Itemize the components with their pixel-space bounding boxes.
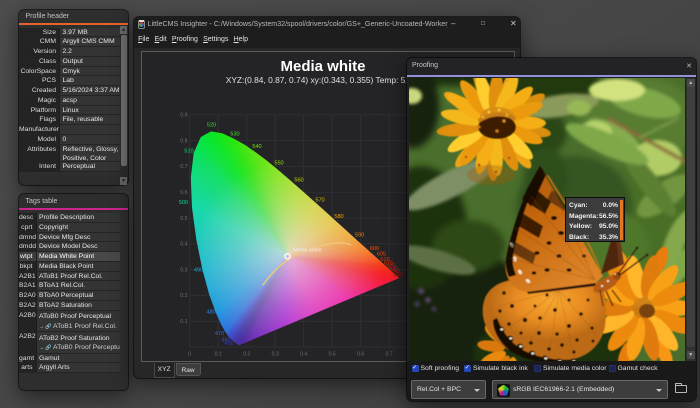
svg-text:480: 480 — [206, 309, 215, 315]
svg-text:540: 540 — [252, 144, 261, 150]
svg-text:500: 500 — [179, 200, 188, 206]
svg-text:520: 520 — [207, 122, 216, 128]
svg-text:590: 590 — [355, 232, 364, 238]
svg-text:470: 470 — [215, 331, 224, 337]
svg-text:530: 530 — [230, 131, 239, 137]
svg-text:450: 450 — [224, 340, 233, 346]
svg-text:Media white: Media white — [293, 247, 322, 253]
svg-text:580: 580 — [334, 214, 343, 220]
svg-text:510: 510 — [184, 148, 193, 154]
svg-text:560: 560 — [294, 177, 303, 183]
svg-text:570: 570 — [315, 197, 324, 203]
svg-text:490: 490 — [194, 267, 203, 273]
svg-text:680: 680 — [393, 272, 402, 278]
svg-text:550: 550 — [274, 160, 283, 166]
